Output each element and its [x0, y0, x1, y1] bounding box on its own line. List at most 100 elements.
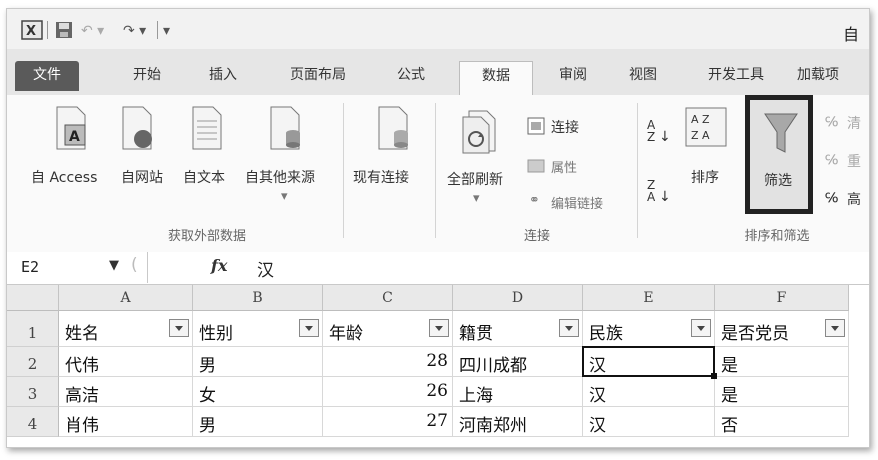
formula-bar: E2 ▼ ( fx 汉	[7, 252, 869, 285]
cell-d2[interactable]: 四川成都	[453, 347, 583, 377]
existing-connections-icon	[378, 106, 408, 150]
cell-f4[interactable]: 否	[715, 407, 849, 437]
filter-funnel-icon	[764, 113, 798, 153]
group-separator	[343, 103, 344, 238]
sort-button[interactable]: 排序	[691, 167, 719, 187]
cell-d3[interactable]: 上海	[453, 377, 583, 407]
cell-text: 否	[721, 416, 738, 436]
connections-button[interactable]: 连接	[551, 117, 579, 137]
tab-file[interactable]: 文件	[15, 61, 79, 91]
tab-home[interactable]: 开始	[117, 61, 177, 91]
from-other-sources-button[interactable]: 自其他来源	[245, 167, 315, 187]
tab-formulas[interactable]: 公式	[381, 61, 441, 91]
column-header-f[interactable]: F	[715, 285, 849, 311]
cell-c4[interactable]: 27	[323, 407, 453, 437]
tab-add-ins[interactable]: 加载项	[797, 61, 869, 91]
filter-dropdown-button[interactable]	[429, 319, 449, 337]
cell-a4[interactable]: 肖伟	[59, 407, 193, 437]
insert-function-icon[interactable]: fx	[211, 256, 227, 275]
row-header-4[interactable]: 4	[7, 407, 59, 437]
refresh-all-button[interactable]: 全部刷新	[447, 169, 503, 189]
filter-dropdown-button[interactable]	[559, 319, 579, 337]
cell-a2[interactable]: 代伟	[59, 347, 193, 377]
cell-text: 汉	[589, 416, 606, 436]
select-all-corner[interactable]	[7, 285, 59, 311]
customize-quick-access-icon[interactable]: ▾	[163, 22, 170, 40]
header-cell-a[interactable]: 姓名	[59, 311, 193, 347]
header-cell-e[interactable]: 民族	[583, 311, 715, 347]
cell-a3[interactable]: 高洁	[59, 377, 193, 407]
header-cell-f[interactable]: 是否党员	[715, 311, 849, 347]
chevron-down-icon[interactable]: ▼	[109, 258, 119, 273]
tab-view[interactable]: 视图	[613, 61, 673, 91]
filter-button[interactable]: 筛选	[745, 95, 813, 214]
cell-e4[interactable]: 汉	[583, 407, 715, 437]
advanced-button[interactable]: 高	[847, 189, 861, 209]
header-cell-b[interactable]: 性别	[193, 311, 323, 347]
cell-d4[interactable]: 河南郑州	[453, 407, 583, 437]
reapply-button[interactable]: 重	[847, 151, 861, 171]
cell-text: 是	[721, 386, 738, 406]
row-header-3[interactable]: 3	[7, 377, 59, 407]
filter-dropdown-button[interactable]	[299, 319, 319, 337]
cell-text: 27	[426, 411, 448, 431]
column-header-d[interactable]: D	[453, 285, 583, 311]
filter-dropdown-button[interactable]	[169, 319, 189, 337]
from-text-button[interactable]: 自文本	[183, 167, 225, 187]
save-icon[interactable]	[55, 21, 73, 39]
tab-review[interactable]: 审阅	[543, 61, 603, 91]
fill-handle[interactable]	[711, 373, 717, 379]
header-cell-c[interactable]: 年龄	[323, 311, 453, 347]
sort-z-to-a-icon[interactable]: ZA ↓	[647, 179, 671, 204]
column-header-b[interactable]: B	[193, 285, 323, 311]
divider	[47, 21, 48, 39]
clear-button[interactable]: 清	[847, 113, 861, 133]
ribbon-data-tab: A 自 Access 自网站 自文本 自其他来源 ▾ 现有连接 获取外部数据 全…	[7, 95, 869, 253]
from-web-button[interactable]: 自网站	[121, 167, 163, 187]
row-header-1[interactable]: 1	[7, 311, 59, 347]
cell-e3[interactable]: 汉	[583, 377, 715, 407]
reapply-icon[interactable]: ℅	[825, 153, 838, 168]
cell-c2[interactable]: 28	[323, 347, 453, 377]
chevron-down-icon[interactable]: ▾	[473, 191, 480, 206]
row-header-2[interactable]: 2	[7, 347, 59, 377]
column-header-e[interactable]: E	[583, 285, 715, 311]
column-header-c[interactable]: C	[323, 285, 453, 311]
chevron-down-icon[interactable]: ▾	[281, 189, 288, 204]
filter-dropdown-button[interactable]	[691, 319, 711, 337]
cell-c3[interactable]: 26	[323, 377, 453, 407]
properties-button[interactable]: 属性	[551, 157, 577, 176]
cell-f2[interactable]: 是	[715, 347, 849, 377]
filter-label: 筛选	[764, 173, 792, 189]
header-cell-d[interactable]: 籍贯	[453, 311, 583, 347]
group-label-sort-and-filter: 排序和筛选	[744, 229, 810, 244]
name-box[interactable]: E2 ▼ (	[7, 252, 148, 283]
filter-dropdown-button[interactable]	[825, 319, 845, 337]
column-header-a[interactable]: A	[59, 285, 193, 311]
cell-text: 28	[426, 351, 448, 371]
advanced-filter-icon[interactable]: ℅	[825, 191, 838, 206]
cell-text: 高洁	[65, 386, 99, 406]
cell-text: 男	[199, 416, 216, 436]
cell-b3[interactable]: 女	[193, 377, 323, 407]
from-access-button[interactable]: 自 Access	[31, 167, 97, 187]
clear-filter-icon[interactable]: ℅	[825, 115, 838, 130]
cell-b2[interactable]: 男	[193, 347, 323, 377]
redo-icon[interactable]: ↷ ▾	[123, 22, 146, 40]
sort-a-to-z-icon[interactable]: AZ ↓	[647, 119, 671, 144]
tab-page-layout[interactable]: 页面布局	[273, 61, 363, 91]
undo-icon[interactable]: ↶ ▾	[81, 22, 104, 40]
tab-insert[interactable]: 插入	[193, 61, 253, 91]
existing-connections-button[interactable]: 现有连接	[353, 167, 409, 187]
cell-f3[interactable]: 是	[715, 377, 849, 407]
cell-text: 肖伟	[65, 416, 99, 436]
title-bar: X ↶ ▾ ↷ ▾ ▾ 自	[7, 9, 869, 49]
edit-links-button[interactable]: 编辑链接	[551, 193, 603, 212]
other-sources-icon	[270, 106, 300, 150]
formula-input[interactable]: 汉	[257, 256, 274, 281]
tab-data[interactable]: 数据	[459, 61, 533, 96]
svg-text:A: A	[69, 129, 80, 145]
cell-b4[interactable]: 男	[193, 407, 323, 437]
tab-developer[interactable]: 开发工具	[693, 61, 779, 91]
name-box-value: E2	[21, 258, 40, 276]
